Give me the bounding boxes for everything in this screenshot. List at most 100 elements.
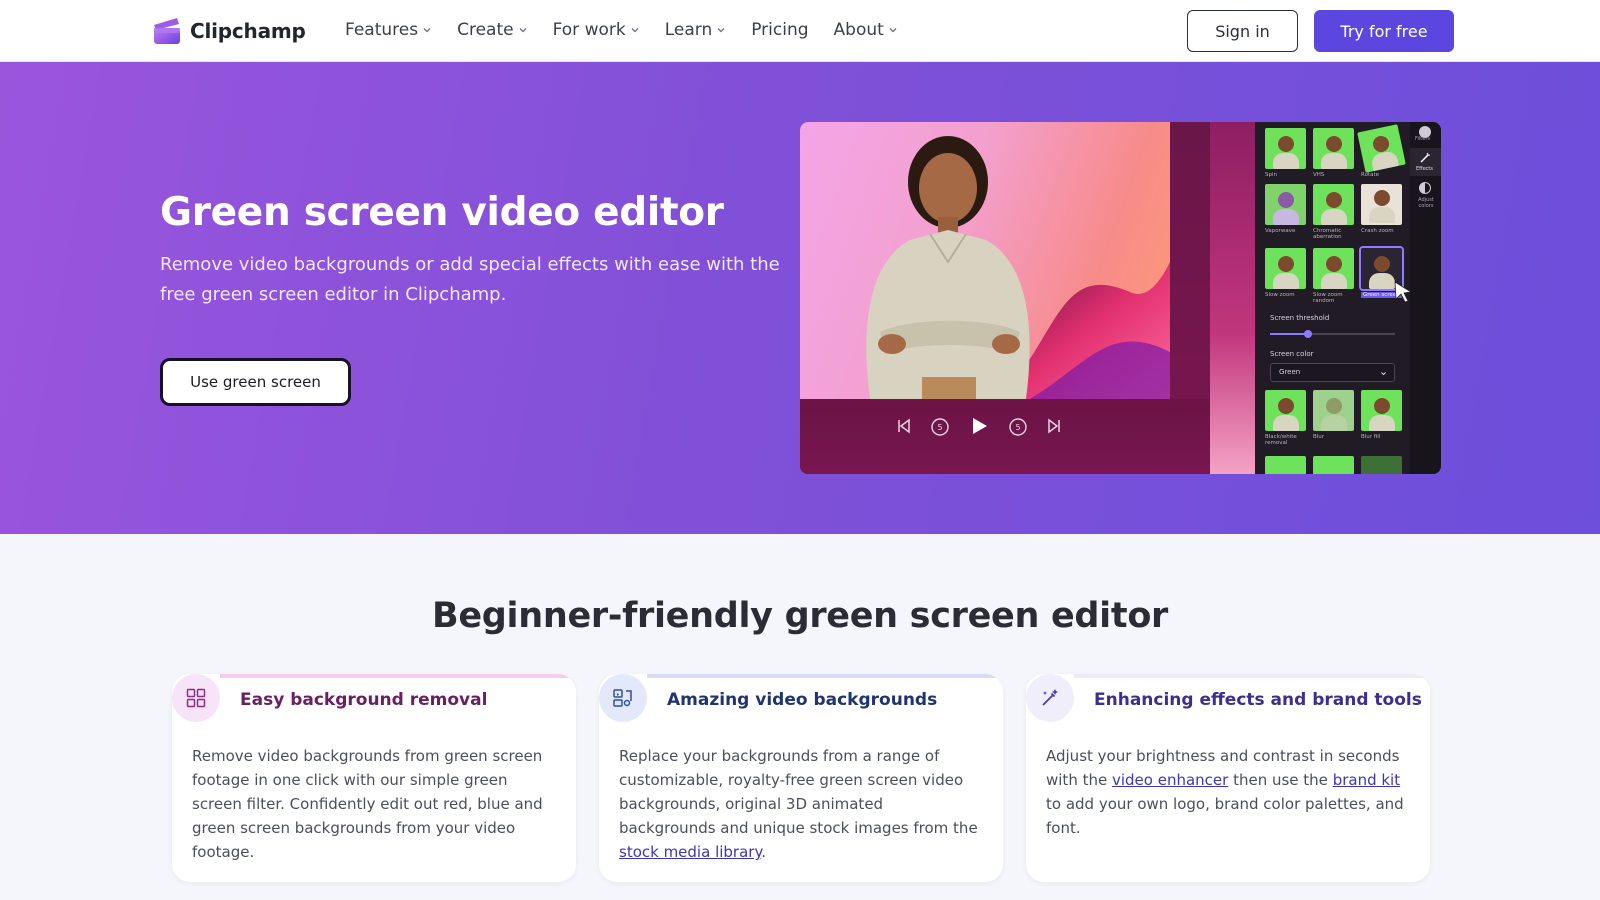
- effect-thumbnail[interactable]: [1265, 184, 1306, 225]
- screen-color-label: Screen color: [1270, 350, 1314, 358]
- editor-preview-image: 5 5 Spin VHS Rotate Vaporwave Chromatic …: [800, 122, 1441, 474]
- effect-thumbnail[interactable]: [1357, 124, 1406, 173]
- effect-label: Crash zoom: [1361, 228, 1394, 234]
- stock-media-library-link[interactable]: stock media library: [619, 843, 761, 861]
- effect-thumbnail[interactable]: [1361, 184, 1402, 225]
- effect-label: VHS: [1313, 172, 1325, 178]
- menu-item-label: About: [833, 20, 884, 40]
- magic-wand-icon[interactable]: [1419, 152, 1431, 164]
- svg-text:5: 5: [937, 423, 942, 432]
- hero-subtitle: Remove video backgrounds or add special …: [160, 254, 780, 305]
- chevron-down-icon: [631, 28, 639, 33]
- screen-color-select[interactable]: Green: [1270, 363, 1395, 382]
- rewind-5-icon[interactable]: 5: [930, 417, 950, 441]
- card-text-part: Replace your backgrounds from a range of…: [619, 747, 978, 837]
- card-accent: [220, 674, 576, 678]
- menu-item-label: Create: [457, 20, 514, 40]
- effect-thumbnail[interactable]: [1265, 456, 1306, 474]
- brand-kit-link[interactable]: brand kit: [1333, 771, 1400, 789]
- effect-label: Slow zoom random: [1313, 292, 1343, 304]
- effect-thumbnail[interactable]: [1265, 248, 1306, 289]
- effect-label: Spin: [1265, 172, 1277, 178]
- clipchamp-logo-icon: [152, 16, 182, 46]
- media-icon: [599, 674, 647, 722]
- effect-thumbnail[interactable]: [1265, 128, 1306, 169]
- menu-item-for-work[interactable]: For work: [553, 20, 640, 40]
- effect-thumbnail[interactable]: [1313, 390, 1354, 431]
- menu-item-label: Pricing: [751, 20, 809, 40]
- menu-item-pricing[interactable]: Pricing: [751, 20, 808, 40]
- card-accent: [1074, 674, 1430, 678]
- chevron-down-icon: [519, 28, 527, 33]
- chevron-down-icon: [889, 28, 897, 33]
- effect-thumbnail[interactable]: [1313, 128, 1354, 169]
- rail-label: Filters: [1415, 136, 1430, 142]
- card-text: Replace your backgrounds from a range of…: [619, 744, 979, 864]
- menu-item-about[interactable]: About: [834, 20, 898, 40]
- effect-label: Blur: [1313, 434, 1325, 440]
- effect-label: Rotate: [1361, 172, 1380, 178]
- effect-label: Vaporwave: [1265, 228, 1296, 234]
- editor-side-rail: Filters Effects Adjust colors: [1410, 122, 1441, 474]
- card-text-part: to add your own logo, brand color palett…: [1046, 795, 1404, 837]
- effect-thumbnail[interactable]: [1313, 184, 1354, 225]
- features-title: Beginner-friendly green screen editor: [431, 596, 1169, 636]
- video-stage: [800, 122, 1170, 399]
- play-icon[interactable]: [968, 415, 990, 441]
- menu-item-create[interactable]: Create: [457, 20, 528, 40]
- magic-wand-icon: [1026, 674, 1074, 722]
- gradient-strip: [1210, 122, 1255, 474]
- effects-panel: Spin VHS Rotate Vaporwave Chromatic aber…: [1255, 122, 1413, 474]
- card-text: Remove video backgrounds from green scre…: [192, 747, 543, 861]
- playback-controls: 5 5: [800, 399, 1210, 474]
- card-accent: [647, 674, 1003, 678]
- brand-name: Clipchamp: [190, 19, 306, 43]
- chevron-down-icon: [423, 28, 431, 33]
- chevron-down-icon: [1381, 372, 1386, 376]
- menu-item-learn[interactable]: Learn: [665, 20, 727, 40]
- chevron-down-icon: [717, 28, 725, 33]
- skip-to-end-icon[interactable]: [1045, 417, 1063, 439]
- sign-in-button[interactable]: Sign in: [1187, 10, 1298, 52]
- main-menu: Features Create For work Learn Pricing A…: [345, 20, 923, 40]
- brand-logo[interactable]: Clipchamp: [152, 16, 306, 46]
- card-title: Easy background removal: [240, 690, 488, 710]
- effect-thumbnail[interactable]: [1313, 456, 1354, 474]
- use-green-screen-button[interactable]: Use green screen: [160, 358, 351, 406]
- menu-item-label: Features: [345, 20, 419, 40]
- feature-card-video-backgrounds: Amazing video backgrounds Replace your b…: [599, 674, 1003, 882]
- menu-item-label: Learn: [664, 20, 713, 40]
- rail-label: Adjust colors: [1418, 197, 1434, 209]
- card-text-part: .: [761, 843, 766, 861]
- effect-label: Chromatic aberration: [1313, 228, 1342, 240]
- menu-item-features[interactable]: Features: [345, 20, 432, 40]
- card-title: Enhancing effects and brand tools: [1094, 690, 1422, 710]
- effect-thumbnail[interactable]: [1313, 248, 1354, 289]
- threshold-slider-fill: [1270, 333, 1308, 335]
- screen-color-value: Green: [1279, 368, 1301, 376]
- feature-card-background-removal: Easy background removal Remove video bac…: [172, 674, 576, 882]
- effect-thumbnail[interactable]: [1361, 390, 1402, 431]
- video-enhancer-link[interactable]: video enhancer: [1112, 771, 1228, 789]
- rail-label: Effects: [1416, 166, 1433, 172]
- adjust-colors-icon[interactable]: [1419, 182, 1431, 194]
- effect-label: Blur fill: [1361, 434, 1381, 440]
- skip-to-start-icon[interactable]: [895, 417, 913, 439]
- menu-item-label: For work: [552, 20, 626, 40]
- effect-thumbnail[interactable]: [1265, 390, 1306, 431]
- effect-thumbnail[interactable]: [1361, 456, 1402, 474]
- forward-5-icon[interactable]: 5: [1008, 417, 1028, 441]
- card-text: Adjust your brightness and contrast in s…: [1046, 744, 1406, 840]
- hero-section: Green screen video editor Remove video b…: [0, 62, 1600, 534]
- card-text-part: then use the: [1228, 771, 1333, 789]
- feature-card-effects-brand-tools: Enhancing effects and brand tools Adjust…: [1026, 674, 1430, 882]
- threshold-slider[interactable]: [1270, 330, 1395, 338]
- grid-icon: [172, 674, 220, 722]
- hero-title: Green screen video editor: [160, 190, 724, 235]
- top-navbar: Clipchamp Features Create For work Learn…: [0, 0, 1600, 62]
- effect-label: Slow zoom: [1265, 292, 1295, 298]
- try-for-free-button[interactable]: Try for free: [1314, 10, 1454, 52]
- threshold-slider-knob[interactable]: [1303, 330, 1312, 338]
- stage-artwork: [866, 136, 1170, 399]
- screen-threshold-label: Screen threshold: [1270, 314, 1330, 322]
